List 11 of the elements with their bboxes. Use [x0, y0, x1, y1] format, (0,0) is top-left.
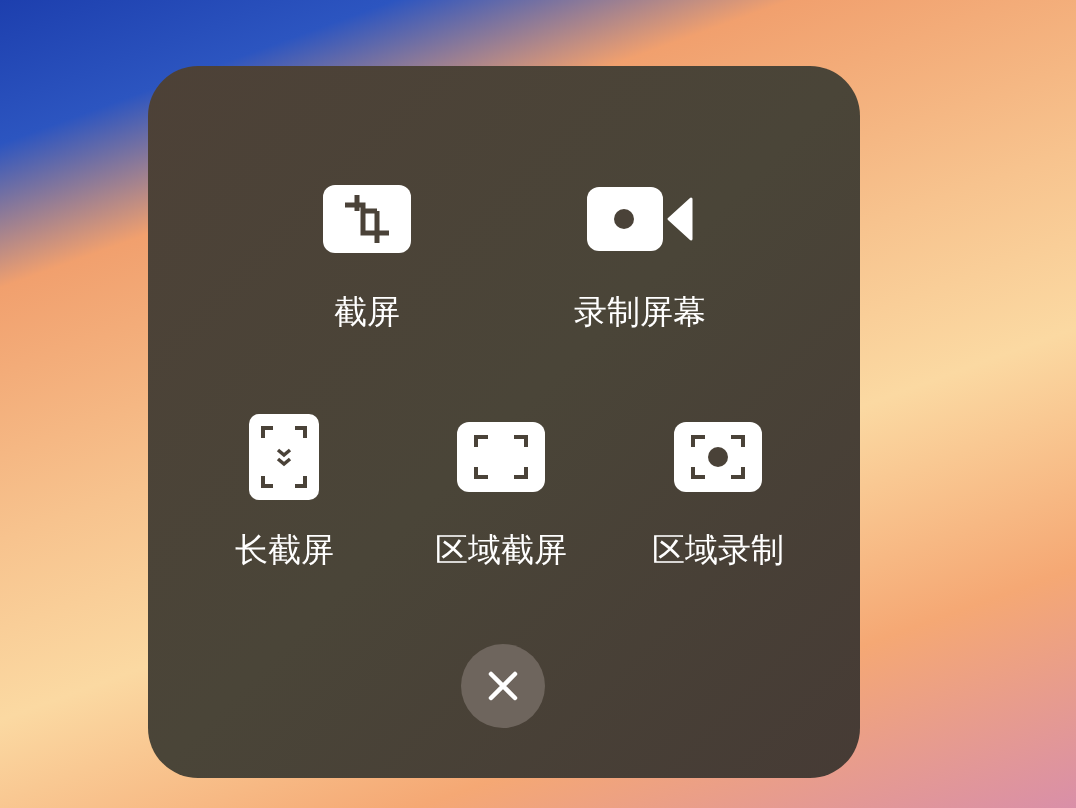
menu-action[interactable]: 区域录制 — [618, 412, 818, 570]
menu-action[interactable]: 区域截屏 — [401, 412, 601, 570]
menu-action[interactable]: 长截屏 — [184, 412, 384, 570]
menu-action[interactable]: 录制屏幕 — [540, 174, 740, 332]
long-screenshot-icon — [249, 414, 319, 500]
crop-icon — [323, 185, 411, 253]
region-frame-icon — [457, 422, 545, 492]
close-icon — [488, 671, 518, 701]
menu-action[interactable]: 截屏 — [267, 174, 467, 332]
video-camera-icon — [587, 187, 693, 251]
region-record-icon — [674, 422, 762, 492]
